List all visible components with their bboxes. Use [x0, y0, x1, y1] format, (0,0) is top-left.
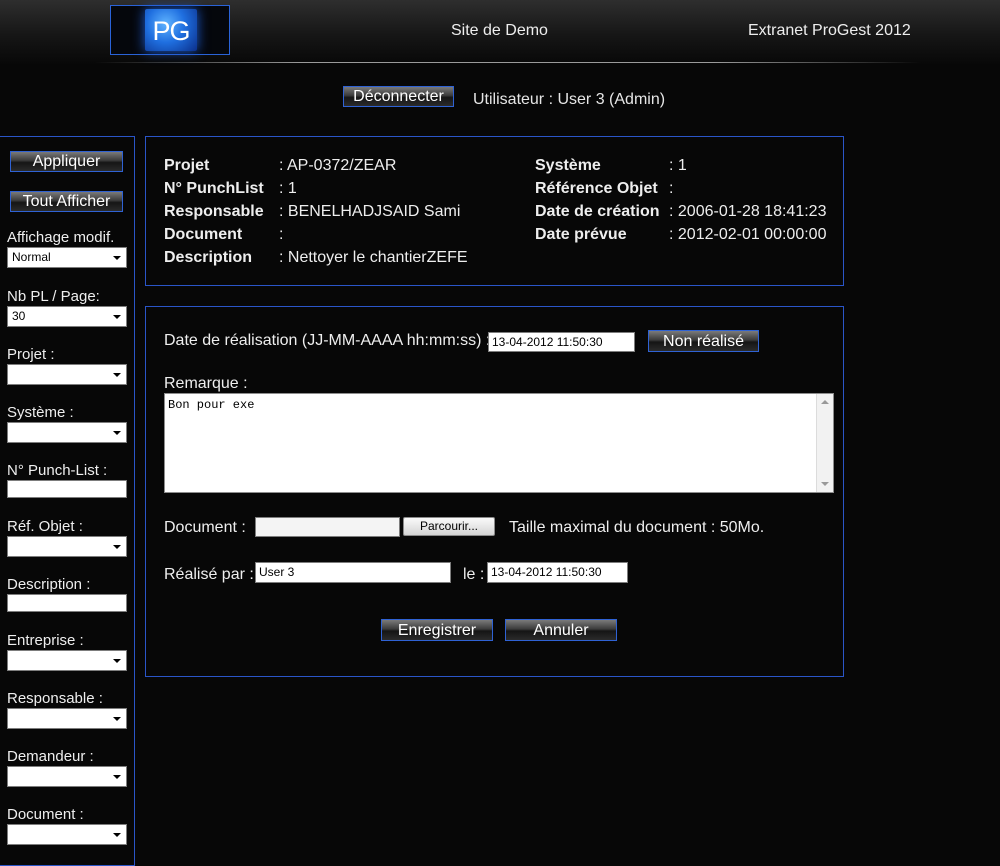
- logo-icon: PG: [145, 9, 197, 51]
- responsable-label: Responsable: [164, 203, 264, 220]
- affichage-label: Affichage modif.: [7, 229, 115, 246]
- projet-value: : AP-0372/ZEAR: [279, 157, 397, 174]
- description-label: Description: [164, 249, 253, 266]
- non-realise-button[interactable]: Non réalisé: [648, 330, 759, 352]
- systeme-filter-select[interactable]: [7, 422, 127, 443]
- description-filter-input[interactable]: [7, 594, 127, 612]
- date-realisation-label: Date de réalisation (JJ-MM-AAAA hh:mm:ss…: [164, 332, 491, 349]
- logo-text: PG: [152, 16, 190, 46]
- refobjet-label: Référence Objet: [535, 180, 658, 197]
- le-label: le :: [463, 566, 485, 583]
- date-prevue-label: Date prévue: [535, 226, 627, 243]
- document-filter-label: Document :: [7, 806, 84, 823]
- scroll-down-icon[interactable]: [821, 482, 829, 486]
- document-upload-label: Document :: [164, 519, 246, 536]
- header-divider: [95, 62, 920, 63]
- remarque-textarea[interactable]: Bon pour exe: [164, 393, 834, 493]
- punchlist-label: N° PunchList: [164, 180, 264, 197]
- max-size-text: Taille maximal du document : 50Mo.: [509, 519, 765, 536]
- document-file-input[interactable]: [255, 517, 400, 537]
- systeme-value: : 1: [669, 157, 687, 174]
- disconnect-button[interactable]: Déconnecter: [343, 86, 454, 107]
- apply-button[interactable]: Appliquer: [10, 151, 123, 172]
- description-value: : Nettoyer le chantierZEFE: [279, 249, 468, 266]
- document-value: :: [279, 226, 284, 243]
- systeme-label: Système: [535, 157, 601, 174]
- app-title: Extranet ProGest 2012: [748, 22, 911, 39]
- nbpl-select[interactable]: 30: [7, 306, 127, 327]
- punchlist-value: : 1: [279, 180, 297, 197]
- refobjet-value: :: [669, 180, 674, 197]
- cancel-button[interactable]: Annuler: [505, 619, 617, 641]
- show-all-button[interactable]: Tout Afficher: [10, 191, 123, 212]
- entreprise-filter-select[interactable]: [7, 650, 127, 671]
- punchlist-filter-input[interactable]: [7, 480, 127, 498]
- demandeur-filter-select[interactable]: [7, 766, 127, 787]
- refobjet-filter-label: Réf. Objet :: [7, 518, 83, 535]
- textarea-scrollbar[interactable]: [816, 394, 833, 492]
- projet-filter-select[interactable]: [7, 364, 127, 385]
- realise-par-input[interactable]: User 3: [255, 562, 451, 583]
- responsable-value: : BENELHADJSAID Sami: [279, 203, 461, 220]
- affichage-select[interactable]: Normal: [7, 247, 127, 268]
- user-info: Utilisateur : User 3 (Admin): [473, 91, 666, 108]
- responsable-filter-select[interactable]: [7, 708, 127, 729]
- demandeur-filter-label: Demandeur :: [7, 748, 94, 765]
- entreprise-filter-label: Entreprise :: [7, 632, 84, 649]
- projet-filter-label: Projet :: [7, 346, 55, 363]
- date-creation-label: Date de création: [535, 203, 660, 220]
- date-prevue-value: : 2012-02-01 00:00:00: [669, 226, 827, 243]
- remarque-label: Remarque :: [164, 375, 248, 392]
- document-label: Document: [164, 226, 243, 243]
- logo: PG: [110, 5, 230, 55]
- nbpl-label: Nb PL / Page:: [7, 288, 100, 305]
- le-date-input[interactable]: 13-04-2012 11:50:30: [487, 562, 628, 583]
- date-creation-value: : 2006-01-28 18:41:23: [669, 203, 827, 220]
- save-button[interactable]: Enregistrer: [381, 619, 493, 641]
- description-filter-label: Description :: [7, 576, 91, 593]
- projet-label: Projet: [164, 157, 210, 174]
- document-filter-select[interactable]: [7, 824, 127, 845]
- responsable-filter-label: Responsable :: [7, 690, 103, 707]
- punchlist-filter-label: N° Punch-List :: [7, 462, 108, 479]
- scroll-up-icon[interactable]: [821, 400, 829, 404]
- date-realisation-input[interactable]: 13-04-2012 11:50:30: [488, 332, 635, 352]
- browse-button[interactable]: Parcourir...: [403, 517, 495, 536]
- systeme-filter-label: Système :: [7, 404, 74, 421]
- site-name: Site de Demo: [451, 22, 548, 39]
- remarque-text: Bon pour exe: [168, 398, 255, 412]
- realise-par-label: Réalisé par :: [164, 566, 254, 583]
- refobjet-filter-select[interactable]: [7, 536, 127, 557]
